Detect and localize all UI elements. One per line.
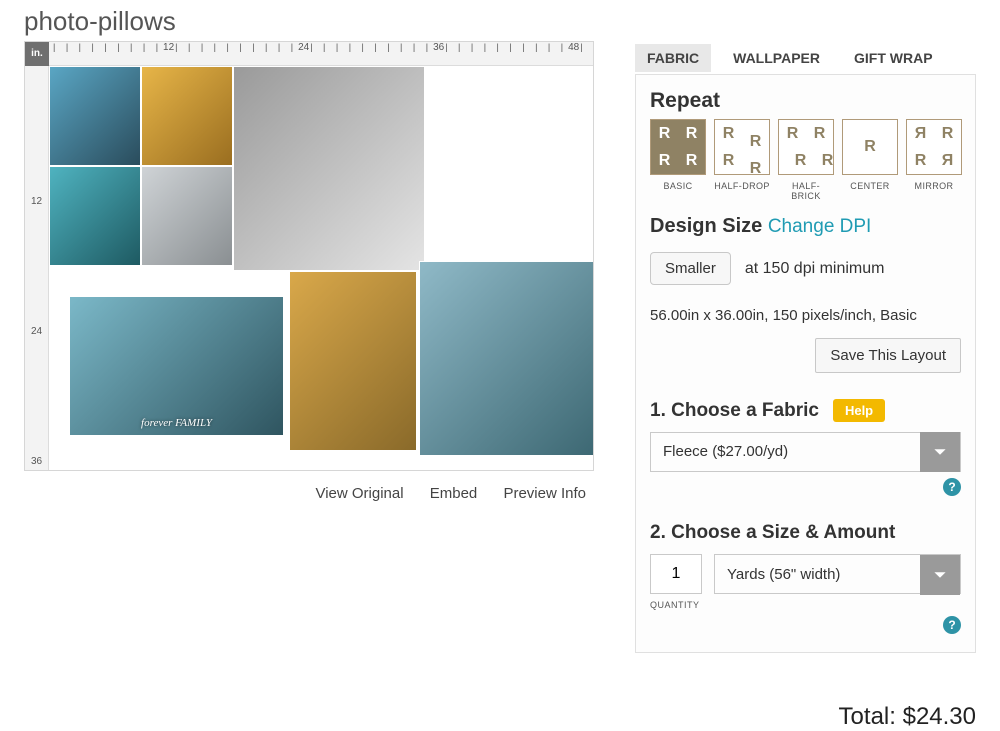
repeat-mirror[interactable]: RRRR MIRROR xyxy=(906,119,962,201)
chevron-down-icon[interactable] xyxy=(920,555,960,595)
ruler-unit: in. xyxy=(25,42,49,66)
quantity-input[interactable] xyxy=(650,554,702,594)
unit-select[interactable]: Yards (56" width) xyxy=(714,554,961,594)
repeat-basic[interactable]: RRRR BASIC xyxy=(650,119,706,201)
choose-fabric-heading: 1. Choose a Fabric Help xyxy=(650,399,961,422)
vertical-ruler: 12 24 36 xyxy=(25,66,49,470)
tab-fabric[interactable]: FABRIC xyxy=(635,44,711,72)
collage-caption: forever FAMILY xyxy=(70,417,283,429)
repeat-center[interactable]: R CENTER xyxy=(842,119,898,201)
preview-info-link[interactable]: Preview Info xyxy=(503,485,586,502)
size-help-icon[interactable]: ? xyxy=(943,616,961,634)
view-original-link[interactable]: View Original xyxy=(315,485,403,502)
repeat-options: RRRR BASIC RRRR HALF-DROP RRRR HALF-BRIC… xyxy=(650,119,961,201)
fabric-select-value: Fleece ($27.00/yd) xyxy=(651,432,920,472)
horizontal-ruler: | | | | | | | | |12| | | | | | | | | |24… xyxy=(49,42,593,66)
repeat-halfdrop[interactable]: RRRR HALF-DROP xyxy=(714,119,770,201)
design-dimensions: 56.00in x 36.00in, 150 pixels/inch, Basi… xyxy=(650,307,961,324)
fabric-help-icon[interactable]: ? xyxy=(943,478,961,496)
options-panel: Repeat RRRR BASIC RRRR HALF-DROP RRRR HA… xyxy=(635,74,976,653)
smaller-button[interactable]: Smaller xyxy=(650,252,731,285)
quantity-label: QUANTITY xyxy=(650,600,702,610)
change-dpi-link[interactable]: Change DPI xyxy=(768,216,872,237)
preview-links: View Original Embed Preview Info xyxy=(24,471,594,502)
repeat-halfbrick[interactable]: RRRR HALF-BRICK xyxy=(778,119,834,201)
chevron-down-icon[interactable] xyxy=(920,432,960,472)
dpi-note: at 150 dpi minimum xyxy=(745,260,885,278)
fabric-select[interactable]: Fleece ($27.00/yd) xyxy=(650,432,961,472)
repeat-heading: Repeat xyxy=(650,89,961,113)
total-label: Total: xyxy=(839,703,896,730)
design-canvas[interactable]: forever FAMILY xyxy=(49,66,593,470)
total-row: Total: $24.30 xyxy=(635,703,976,731)
choose-size-heading: 2. Choose a Size & Amount xyxy=(650,522,961,544)
unit-select-value: Yards (56" width) xyxy=(715,555,920,593)
tab-giftwrap[interactable]: GIFT WRAP xyxy=(842,44,945,72)
help-button[interactable]: Help xyxy=(833,399,885,422)
design-size-heading: Design Size Change DPI xyxy=(650,215,961,238)
page-title: photo-pillows xyxy=(24,6,615,37)
save-layout-button[interactable]: Save This Layout xyxy=(815,338,961,373)
total-price: $24.30 xyxy=(903,703,976,730)
embed-link[interactable]: Embed xyxy=(430,485,478,502)
product-tabs: FABRIC WALLPAPER GIFT WRAP xyxy=(635,44,976,72)
design-preview: in. | | | | | | | | |12| | | | | | | | |… xyxy=(24,41,594,471)
tab-wallpaper[interactable]: WALLPAPER xyxy=(721,44,832,72)
